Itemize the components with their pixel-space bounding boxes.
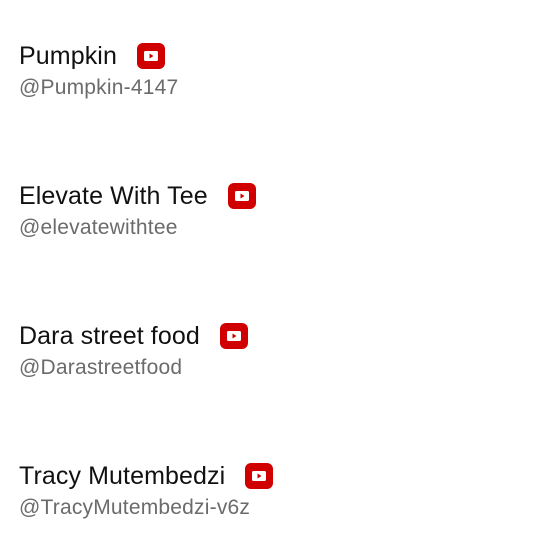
channel-name-row: Tracy Mutembedzi: [19, 460, 539, 492]
channel-list: Pumpkin @Pumpkin-4147 Elevate With Tee @…: [0, 0, 560, 560]
channel-name-row: Dara street food: [19, 320, 539, 352]
channel-name[interactable]: Pumpkin: [19, 42, 117, 71]
channel-handle: @TracyMutembedzi-v6z: [19, 496, 251, 519]
channel-handle: @Darastreetfood: [19, 356, 183, 379]
channel-item-dara-street-food[interactable]: Dara street food @Darastreetfood: [19, 320, 539, 400]
channel-item-elevate-with-tee[interactable]: Elevate With Tee @elevatewithtee: [19, 180, 539, 260]
channel-name-row: Elevate With Tee: [19, 180, 539, 212]
youtube-icon: [227, 183, 256, 209]
channel-handle: @Pumpkin-4147: [19, 76, 179, 99]
youtube-icon: [245, 463, 274, 489]
channel-item-tracy-mutembedzi[interactable]: Tracy Mutembedzi @TracyMutembedzi-v6z: [19, 460, 539, 540]
channel-handle: @elevatewithtee: [19, 216, 178, 239]
channel-name[interactable]: Dara street food: [19, 322, 200, 351]
channel-name-row: Pumpkin: [19, 40, 539, 72]
channel-item-pumpkin[interactable]: Pumpkin @Pumpkin-4147: [19, 40, 539, 120]
channel-name[interactable]: Elevate With Tee: [19, 182, 208, 211]
youtube-icon: [136, 43, 165, 69]
channel-name[interactable]: Tracy Mutembedzi: [19, 462, 225, 491]
youtube-icon: [219, 323, 248, 349]
